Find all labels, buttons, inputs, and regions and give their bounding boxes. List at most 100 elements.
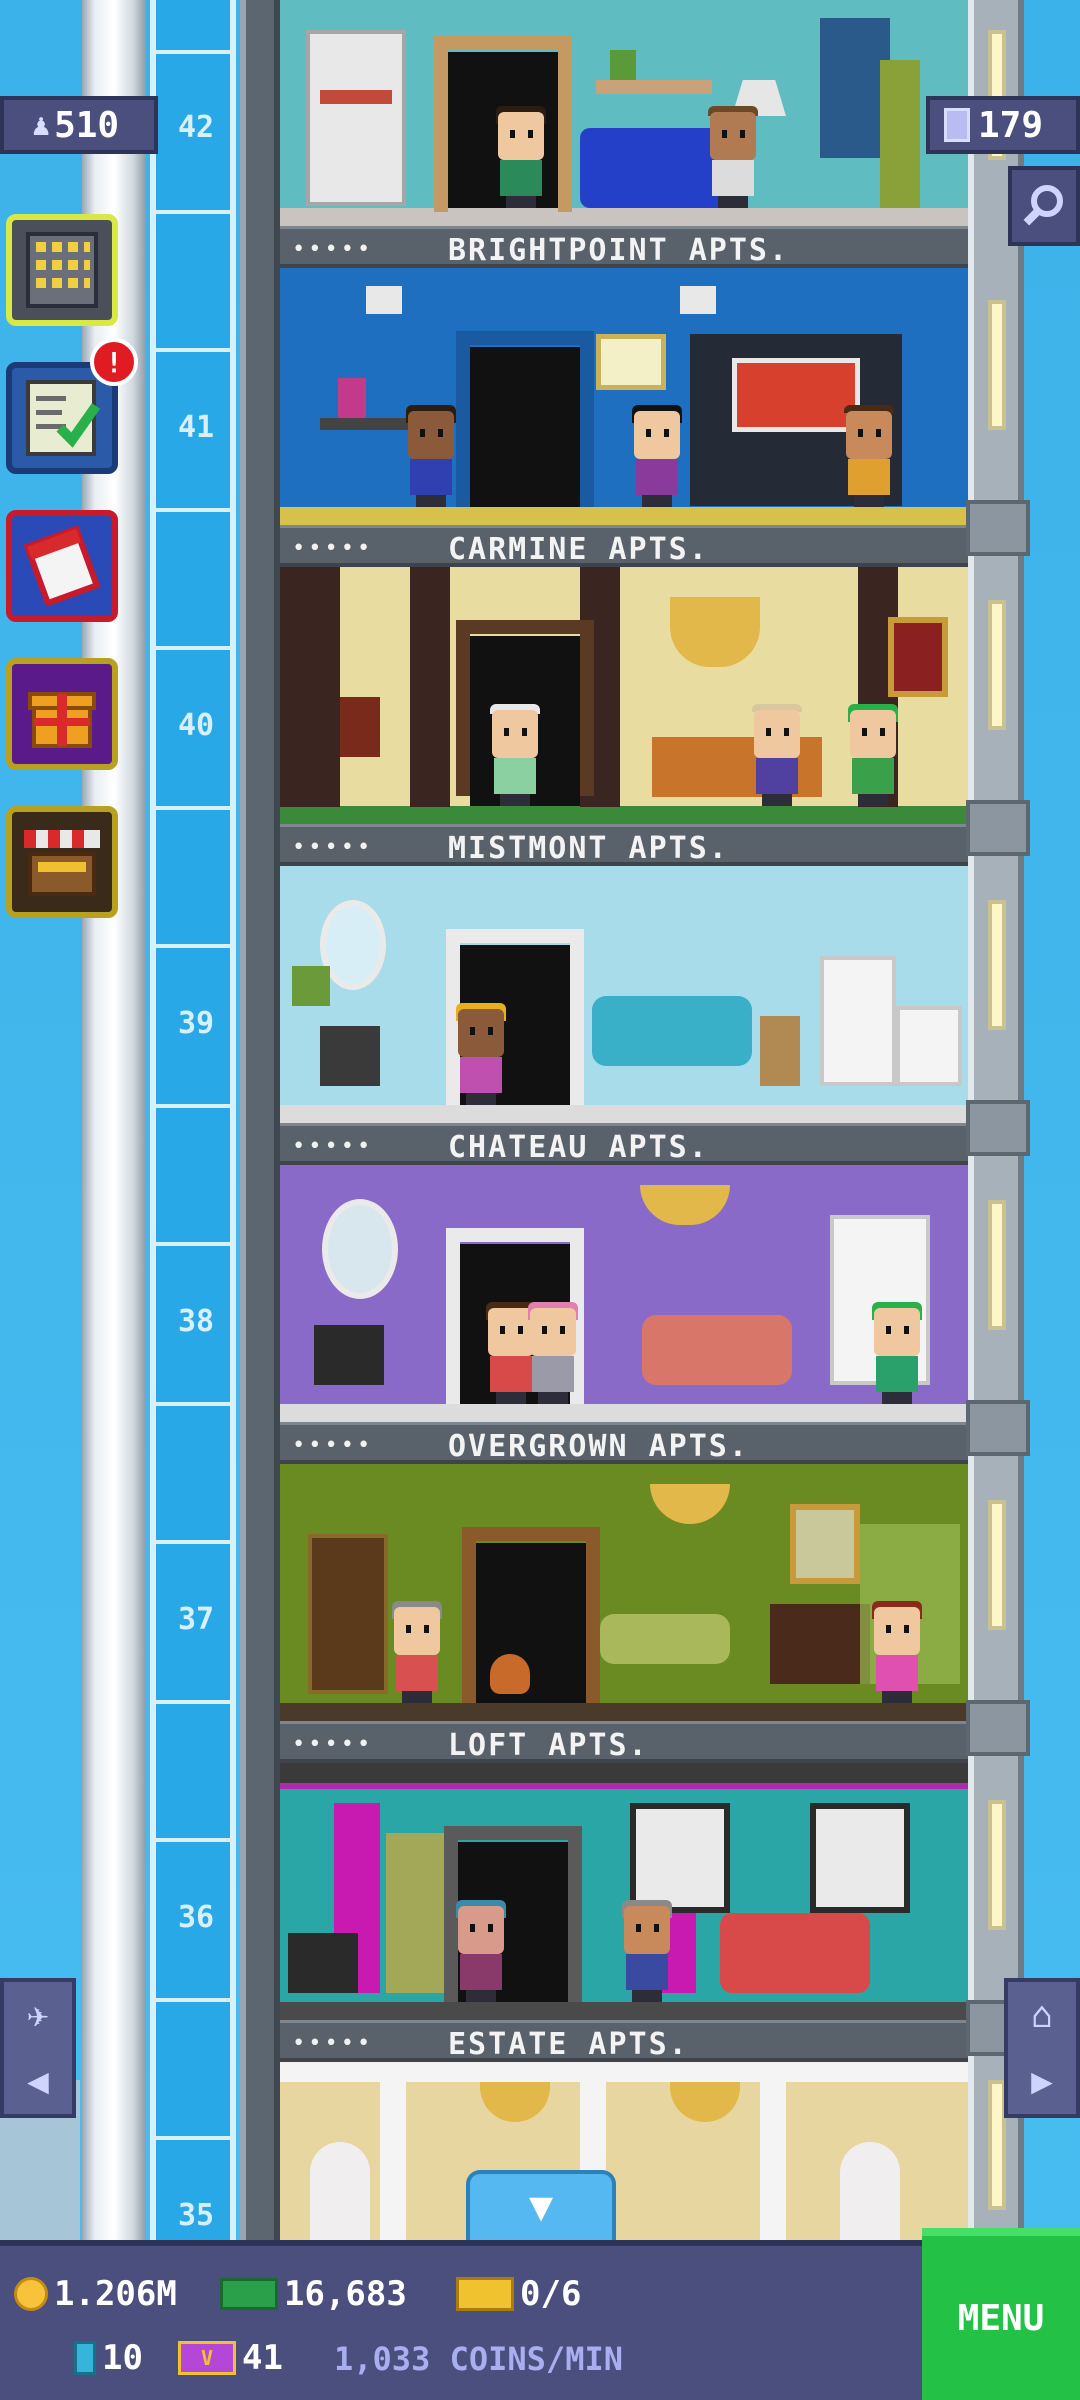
bottom-status-bar: 1.206M 16,683 0/6 10 V 41 1,033 COINS/MI… <box>0 2240 1080 2400</box>
floor-name: LOFT APTS. <box>448 1728 649 1763</box>
floor-number: 42 <box>177 110 215 145</box>
search-button[interactable] <box>1008 166 1080 246</box>
resident[interactable] <box>454 1003 508 1105</box>
bookshelf <box>306 30 406 206</box>
fridge <box>820 956 896 1086</box>
floor-number: 40 <box>177 708 215 743</box>
floor-38[interactable]: ••••• CHATEAU APTS. <box>280 1123 968 1422</box>
floor-number: 35 <box>177 2198 215 2233</box>
shop-stall-button[interactable] <box>6 806 118 918</box>
notification-badge: ! <box>90 338 138 386</box>
floor-number: 37 <box>177 1602 215 1637</box>
tickets-stat[interactable]: 0/6 <box>456 2274 581 2314</box>
bookshelf <box>308 1534 388 1694</box>
painting <box>596 334 666 390</box>
floor-number: 36 <box>177 1900 215 1935</box>
room[interactable] <box>280 1763 968 2020</box>
resident[interactable] <box>870 1302 924 1404</box>
ceiling-beam <box>280 1763 968 1789</box>
scroll-down-button[interactable]: ▼ <box>466 2170 616 2240</box>
column <box>380 2082 406 2240</box>
coin-icon <box>14 2277 48 2311</box>
room[interactable] <box>280 567 968 824</box>
resident[interactable] <box>494 106 548 208</box>
ceiling-lamp <box>366 286 402 314</box>
vip-icon: V <box>178 2341 236 2375</box>
battery-icon <box>74 2341 96 2375</box>
column <box>760 2082 786 2240</box>
coins-stat[interactable]: 1.206M <box>14 2274 177 2314</box>
gift-button[interactable] <box>6 658 118 770</box>
tower[interactable]: ••••• BRIGHTPOINT APTS. ••••• CARMINE AP… <box>280 0 968 2240</box>
squirrel-pet[interactable] <box>490 1654 530 1694</box>
resident[interactable] <box>526 1302 580 1404</box>
resident[interactable] <box>454 1900 508 2002</box>
resident[interactable] <box>846 704 900 806</box>
floor-name: MISTMONT APTS. <box>448 831 729 866</box>
plant <box>610 50 636 80</box>
stove <box>896 1006 962 1086</box>
floor-40[interactable]: ••••• CARMINE APTS. <box>280 525 968 824</box>
resident[interactable] <box>706 106 760 208</box>
tower-rail-right <box>966 0 1030 2240</box>
floor-41[interactable]: ••••• BRIGHTPOINT APTS. <box>280 226 968 525</box>
arched-window <box>310 2142 370 2240</box>
flowers <box>338 378 366 418</box>
tower-rail-left <box>240 0 280 2240</box>
previous-nav-button[interactable]: ✈ ◀ <box>0 1978 76 2118</box>
wall-shelf <box>596 80 712 94</box>
arched-window <box>840 2142 900 2240</box>
build-floor-button[interactable] <box>6 214 118 326</box>
chandelier <box>640 1185 730 1225</box>
side-table <box>314 1325 384 1385</box>
resident[interactable] <box>488 704 542 806</box>
resident[interactable] <box>630 405 684 507</box>
menu-button[interactable]: MENU <box>922 2228 1080 2400</box>
palm-plant <box>386 1833 446 1993</box>
room-floor-42[interactable] <box>280 0 968 226</box>
room[interactable] <box>280 866 968 1123</box>
floor-37[interactable]: ••••• OVERGROWN APTS. <box>280 1422 968 1721</box>
room[interactable] <box>280 268 968 525</box>
floor-label-bar: ••••• CHATEAU APTS. <box>280 1123 968 1165</box>
oval-mirror <box>322 1199 398 1299</box>
resident[interactable] <box>750 704 804 806</box>
floor-36[interactable]: ••••• LOFT APTS. <box>280 1721 968 2020</box>
apartment-door[interactable] <box>456 331 594 507</box>
floor-39[interactable]: ••••• MISTMONT APTS. <box>280 824 968 1123</box>
gift-icon <box>28 692 96 748</box>
room[interactable] <box>280 1165 968 1422</box>
floor-name: CHATEAU APTS. <box>448 1130 709 1165</box>
pillar <box>410 567 450 807</box>
population-counter[interactable]: ♟ 510 <box>0 96 158 154</box>
ceiling-lamp <box>680 286 716 314</box>
fireplace <box>770 1604 870 1684</box>
arrow-left-icon: ◀ <box>27 2060 49 2102</box>
next-nav-button[interactable]: ⌂ ▶ <box>1004 1978 1080 2118</box>
ceiling <box>280 2062 968 2082</box>
resident[interactable] <box>390 1601 444 1703</box>
airplane-icon: ✈ <box>27 1994 49 2036</box>
room[interactable] <box>280 1464 968 1721</box>
vip-stat[interactable]: V 41 <box>178 2338 283 2378</box>
painting <box>888 617 948 697</box>
room[interactable] <box>280 2062 968 2240</box>
chandelier <box>650 1484 730 1524</box>
table <box>320 418 410 430</box>
home-icon: ⌂ <box>1031 1994 1053 2036</box>
income-rate: 1,033 COINS/MIN <box>334 2340 623 2378</box>
floor-35[interactable]: ••••• ESTATE APTS. <box>280 2020 968 2240</box>
bux-value: 16,683 <box>284 2274 407 2314</box>
cells-stat[interactable]: 10 <box>74 2338 143 2378</box>
resident[interactable] <box>620 1900 674 2002</box>
building-grid-icon <box>26 232 98 308</box>
resident[interactable] <box>404 405 458 507</box>
pillar <box>280 567 340 807</box>
coins-value: 1.206M <box>54 2274 177 2314</box>
bux-stat[interactable]: 16,683 <box>220 2274 407 2314</box>
calendar-button[interactable] <box>6 510 118 622</box>
resident[interactable] <box>842 405 896 507</box>
floor-counter[interactable]: 179 <box>926 96 1080 154</box>
resident[interactable] <box>870 1601 924 1703</box>
floor-name: CARMINE APTS. <box>448 532 709 567</box>
